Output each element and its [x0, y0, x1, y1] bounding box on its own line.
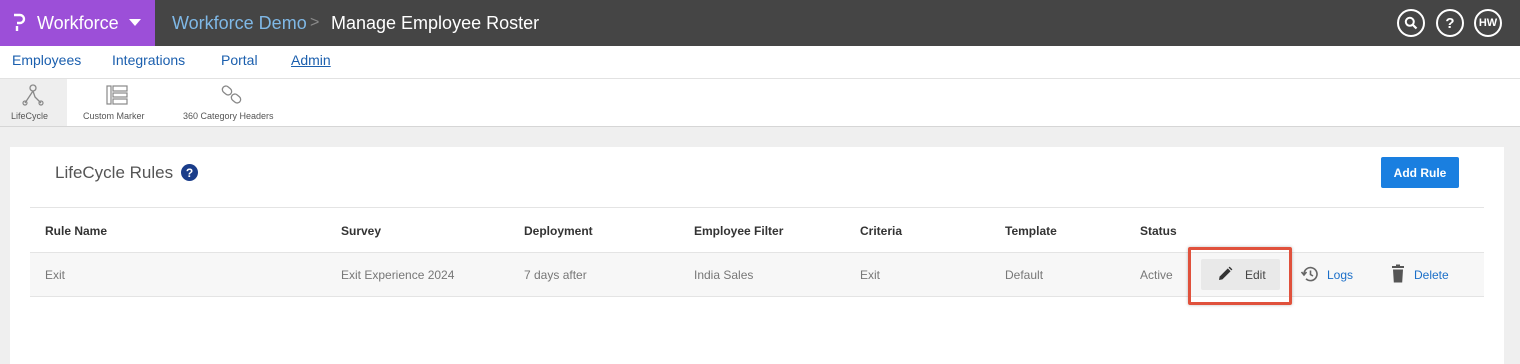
admin-subnav: LifeCycle Custom Marker 360 Category Hea…: [0, 79, 1520, 127]
search-button[interactable]: [1397, 9, 1425, 37]
search-icon: [1404, 16, 1418, 30]
custom-marker-icon: [106, 85, 128, 105]
user-initials: HW: [1478, 17, 1498, 29]
breadcrumb-separator: >: [310, 14, 320, 31]
help-icon: ?: [1445, 14, 1455, 32]
add-rule-button[interactable]: Add Rule: [1381, 157, 1459, 188]
workforce-switcher[interactable]: Workforce: [0, 0, 155, 46]
subnav-360-category-headers[interactable]: 360 Category Headers: [167, 79, 297, 126]
col-header-survey: Survey: [341, 224, 382, 238]
cell-status: Active: [1140, 268, 1173, 282]
nav-admin[interactable]: Admin: [291, 52, 331, 68]
col-header-criteria: Criteria: [860, 224, 903, 238]
trash-icon: [1392, 264, 1404, 283]
logs-label: Logs: [1327, 268, 1354, 282]
cell-deployment: 7 days after: [524, 268, 587, 282]
main-nav: Employees Integrations Portal Admin: [0, 46, 1520, 79]
help-button[interactable]: ?: [1436, 9, 1464, 37]
subnav-lifecycle-label: LifeCycle: [11, 111, 49, 121]
col-header-deployment: Deployment: [524, 224, 593, 238]
user-avatar[interactable]: HW: [1474, 9, 1502, 37]
lifecycle-icon: [22, 84, 44, 106]
nav-integrations[interactable]: Integrations: [112, 52, 185, 68]
history-icon: [1300, 266, 1318, 282]
logs-button[interactable]: Logs: [1300, 264, 1353, 289]
section-title: LifeCycle Rules: [55, 163, 174, 182]
subnav-custom-marker-label: Custom Marker: [83, 111, 145, 121]
cell-employee-filter: India Sales: [694, 268, 754, 282]
pencil-icon: [1219, 266, 1233, 280]
subnav-360-label: 360 Category Headers: [183, 111, 274, 121]
nav-portal[interactable]: Portal: [221, 52, 258, 68]
link-chain-icon: [221, 85, 242, 104]
delete-label: Delete: [1414, 268, 1449, 282]
cell-template: Default: [1005, 268, 1044, 282]
subnav-lifecycle[interactable]: LifeCycle: [0, 79, 67, 126]
question-circle-icon[interactable]: ?: [181, 164, 198, 181]
cell-survey: Exit Experience 2024: [341, 268, 455, 282]
nav-employees[interactable]: Employees: [12, 52, 81, 68]
edit-label: Edit: [1245, 268, 1266, 282]
breadcrumb-project[interactable]: Workforce Demo: [172, 13, 307, 34]
edit-highlight: Edit: [1188, 247, 1292, 305]
edit-button[interactable]: Edit: [1201, 259, 1280, 290]
subnav-custom-marker[interactable]: Custom Marker: [67, 79, 167, 126]
brand-name: Workforce: [37, 13, 119, 33]
col-header-template: Template: [1005, 224, 1057, 238]
col-header-employee-filter: Employee Filter: [694, 224, 784, 238]
table-row: Exit Exit Experience 2024 7 days after I…: [30, 247, 1484, 305]
delete-button[interactable]: Delete: [1390, 264, 1449, 289]
col-header-rule-name: Rule Name: [45, 224, 108, 238]
top-bar: Workforce Workforce Demo > Manage Employ…: [0, 0, 1520, 46]
col-header-status: Status: [1140, 224, 1177, 238]
lifecycle-rules-card: LifeCycle Rules ? Add Rule Rule Name Sur…: [10, 147, 1504, 364]
cell-criteria: Exit: [860, 268, 881, 282]
page-title: Manage Employee Roster: [331, 13, 540, 33]
cell-rule-name: Exit: [45, 268, 66, 282]
brand-logo-icon: [14, 13, 26, 31]
caret-down-icon: [129, 19, 141, 26]
